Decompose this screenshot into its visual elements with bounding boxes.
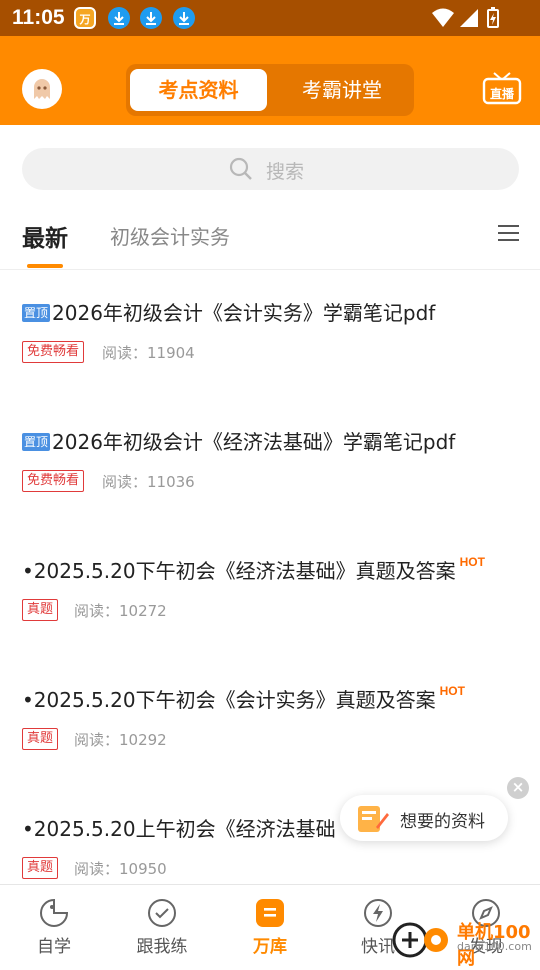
nav-self-study[interactable]: 自学 [0, 885, 108, 961]
status-time: 11:05 [12, 6, 65, 29]
list-item[interactable]: •2025.5.20下午初会《会计实务》真题及答案 HOT 真题 阅读：10292 [22, 684, 522, 774]
watermark-sub: danji100.com [457, 940, 532, 953]
search-placeholder: 搜索 [266, 161, 305, 183]
wifi-icon [432, 8, 454, 27]
divider [0, 269, 540, 270]
tag-badge: 真题 [22, 728, 59, 750]
close-icon[interactable]: × [507, 777, 529, 799]
read-count: 阅读：10292 [74, 731, 167, 749]
tab-lecture-hall[interactable]: 考霸讲堂 [274, 69, 410, 111]
pin-badge: 置顶 [22, 433, 51, 451]
list-item[interactable]: 置顶 2026年初级会计《经济法基础》学霸笔记pdf 免费畅看 阅读：11036 [22, 426, 522, 516]
download-icon [108, 7, 130, 29]
list-item[interactable]: •2025.5.20下午初会《经济法基础》真题及答案 HOT 真题 阅读：1027… [22, 555, 522, 645]
pin-badge: 置顶 [22, 304, 51, 322]
request-materials-label: 想要的资料 [400, 812, 485, 832]
hot-badge: HOT [459, 555, 485, 569]
search-icon [229, 157, 252, 180]
article-title: •2025.5.20下午初会《会计实务》真题及答案 HOT [22, 684, 465, 712]
ghost-icon [34, 79, 50, 99]
live-label: 直播 [489, 87, 514, 101]
library-icon [256, 899, 284, 927]
status-bar: 11:05 万 [0, 0, 540, 36]
read-count: 阅读：10950 [74, 860, 167, 878]
tag-badge: 真题 [22, 599, 59, 621]
live-button[interactable]: 直播 [482, 71, 522, 105]
search-bar[interactable]: 搜索 [22, 148, 519, 190]
article-title: 置顶 2026年初级会计《会计实务》学霸笔记pdf [22, 301, 436, 325]
watermark: 单机100网 danji100.com [390, 916, 540, 969]
article-title: 置顶 2026年初级会计《经济法基础》学霸笔记pdf [22, 430, 456, 454]
download-icon [173, 7, 195, 29]
notepad-icon [358, 806, 389, 832]
signal-icon [460, 9, 478, 27]
tab-exam-materials[interactable]: 考点资料 [130, 69, 267, 111]
tag-badge: 免费畅看 [22, 470, 85, 492]
list-item[interactable]: 置顶 2026年初级会计《会计实务》学霸笔记pdf 免费畅看 阅读：11904 [22, 297, 522, 387]
tab-primary-accounting[interactable]: 初级会计实务 [110, 221, 230, 250]
request-materials-button[interactable]: 想要的资料 [340, 795, 508, 841]
nav-library[interactable]: 万库 [216, 885, 324, 961]
nav-label: 跟我练 [136, 937, 188, 957]
system-icons [432, 7, 502, 33]
pacman-icon [40, 898, 69, 927]
hot-badge: HOT [439, 684, 465, 698]
tab-latest[interactable]: 最新 [22, 219, 68, 253]
battery-icon [487, 7, 499, 28]
tag-badge: 真题 [22, 857, 59, 879]
tag-badge: 免费畅看 [22, 341, 85, 363]
wanku-app-icon: 万 [74, 7, 96, 29]
read-count: 阅读：11036 [102, 473, 195, 491]
check-circle-icon [148, 899, 176, 927]
article-title: •2025.5.20下午初会《经济法基础》真题及答案 HOT [22, 555, 485, 583]
nav-label: 自学 [37, 937, 71, 957]
avatar[interactable] [22, 69, 62, 109]
app-header: 考点资料 考霸讲堂 直播 [0, 36, 540, 125]
menu-icon[interactable] [498, 223, 520, 243]
nav-label: 万库 [253, 937, 287, 957]
tab-indicator [27, 264, 63, 268]
read-count: 阅读：11904 [102, 344, 195, 362]
watermark-logo-icon [392, 922, 448, 958]
article-title: •2025.5.20上午初会《经济法基础 [22, 817, 336, 841]
segment-control: 考点资料 考霸讲堂 [126, 64, 414, 116]
download-icon [140, 7, 162, 29]
nav-practice[interactable]: 跟我练 [108, 885, 216, 961]
read-count: 阅读：10272 [74, 602, 167, 620]
